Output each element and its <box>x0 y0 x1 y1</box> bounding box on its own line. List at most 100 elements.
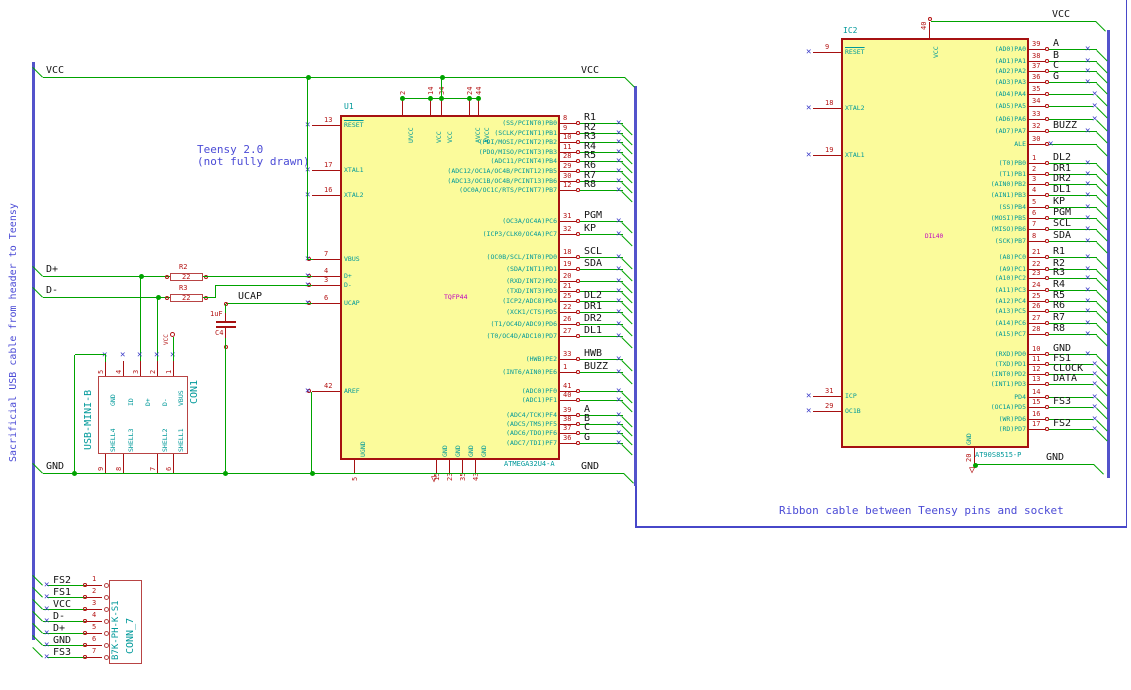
pin-end-circle <box>1045 129 1049 133</box>
net-label-gnd[interactable]: GND <box>1046 453 1064 463</box>
net-label-gnd[interactable]: GND <box>46 462 64 472</box>
pin-number: 11 <box>563 143 572 151</box>
net-label[interactable]: R1 <box>1053 247 1065 257</box>
net-label[interactable]: DATA <box>1053 374 1077 384</box>
pin-stub <box>560 190 577 192</box>
net-label[interactable]: A <box>1053 39 1059 49</box>
pin-stub <box>157 361 159 376</box>
net-label[interactable]: D- <box>53 611 65 622</box>
pin-name: D- <box>344 281 352 289</box>
net-label-ucap[interactable]: UCAP <box>238 292 262 302</box>
no-connect-icon <box>616 355 621 364</box>
pin-stub <box>123 361 125 376</box>
ic2-ref[interactable]: IC2 <box>843 27 857 35</box>
conn7-ref[interactable]: CONN_7 <box>125 618 136 654</box>
pin-socket-circle <box>104 654 109 660</box>
net-label[interactable]: FS2 <box>1053 419 1071 429</box>
r2-ref[interactable]: R2 <box>179 264 187 271</box>
net-label[interactable]: D+ <box>53 623 65 634</box>
ic2-value[interactable]: AT90S8515-P <box>975 452 1021 459</box>
net-label[interactable]: BUZZ <box>584 362 608 372</box>
usb-value[interactable]: USB-MINI-B <box>83 390 94 450</box>
net-label-gnd[interactable]: GND <box>581 462 599 472</box>
net-label[interactable]: FS3 <box>1053 397 1071 407</box>
cap-plate[interactable] <box>216 320 236 323</box>
no-connect-icon <box>616 277 621 286</box>
no-connect-icon <box>1085 330 1090 339</box>
no-connect-icon <box>1085 203 1090 212</box>
net-label[interactable]: R3 <box>1053 268 1065 278</box>
net-label[interactable]: FS2 <box>53 575 71 586</box>
pin-stub <box>157 454 159 474</box>
pin-end-circle <box>1045 427 1049 431</box>
net-label[interactable]: DR2 <box>584 314 602 324</box>
pin-number: 12 <box>563 181 572 189</box>
conn7-value[interactable]: B7K-PH-K-S1 <box>111 600 121 660</box>
net-label[interactable]: DR2 <box>1053 174 1071 184</box>
pin-number: 26 <box>1032 302 1041 310</box>
pin-number: 13 <box>324 116 333 124</box>
pin-stub <box>813 108 841 110</box>
net-label[interactable]: G <box>1053 72 1059 82</box>
no-connect-icon <box>616 429 621 438</box>
no-connect-icon <box>1085 67 1090 76</box>
net-label[interactable]: FS3 <box>53 647 71 658</box>
wire-segment <box>226 303 312 305</box>
net-label-vcc[interactable]: VCC <box>46 66 64 76</box>
net-label-dminus[interactable]: D- <box>46 286 58 296</box>
net-label[interactable]: KP <box>584 224 596 234</box>
u1-ref[interactable]: U1 <box>344 103 354 111</box>
pin-number: 30 <box>563 172 572 180</box>
net-label[interactable]: BUZZ <box>1053 121 1077 131</box>
net-label[interactable]: DL2 <box>584 291 602 301</box>
pin-socket-circle <box>104 594 109 600</box>
net-label-vcc[interactable]: VCC <box>581 66 599 76</box>
r3-value[interactable]: 22 <box>182 294 190 302</box>
pin-name: (ICP3/CLK0/OC4A)PC7 <box>482 230 557 238</box>
pin-number: 1 <box>1032 154 1037 162</box>
no-connect-icon <box>616 265 621 274</box>
pin-number: 3 <box>324 276 329 284</box>
pin-number: 5 <box>97 369 105 374</box>
r2-value[interactable]: 22 <box>182 273 190 281</box>
net-label[interactable]: DR1 <box>584 302 602 312</box>
pin-number: 41 <box>563 382 572 390</box>
net-label-dplus[interactable]: D+ <box>46 265 58 275</box>
net-label[interactable]: G <box>584 433 590 443</box>
pin-name: VCC <box>446 131 454 143</box>
net-label[interactable]: VCC <box>53 599 71 610</box>
no-connect-icon <box>806 151 811 160</box>
net-label[interactable]: R4 <box>1053 280 1065 290</box>
pin-end-circle <box>576 431 580 435</box>
net-label[interactable]: DL1 <box>584 326 602 336</box>
net-label[interactable]: SCL <box>1053 219 1071 229</box>
r3-ref[interactable]: R3 <box>179 285 187 292</box>
net-label[interactable]: DL2 <box>1053 153 1071 163</box>
net-label[interactable]: C <box>1053 61 1059 71</box>
net-label[interactable]: SDA <box>1053 231 1071 241</box>
net-label[interactable]: R8 <box>1053 324 1065 334</box>
net-label[interactable]: KP <box>1053 197 1065 207</box>
pin-end-circle <box>576 159 580 163</box>
net-label-vcc[interactable]: VCC <box>1052 10 1070 20</box>
wire-segment <box>441 78 443 99</box>
net-label[interactable]: PGM <box>1053 208 1071 218</box>
u1-value[interactable]: ATMEGA32U4-A <box>504 461 555 468</box>
no-connect-icon <box>1092 393 1097 402</box>
net-label[interactable]: DL1 <box>1053 185 1071 195</box>
pin-number: 13 <box>1032 375 1041 383</box>
usb-ref[interactable]: CON1 <box>189 380 200 404</box>
net-label[interactable]: GND <box>53 635 71 646</box>
pin-number: 20 <box>965 453 973 462</box>
c4-value[interactable]: 1uF <box>210 311 223 318</box>
net-label[interactable]: PGM <box>584 211 602 221</box>
net-label[interactable]: SDA <box>584 259 602 269</box>
net-label[interactable]: R6 <box>1053 301 1065 311</box>
c4-ref[interactable]: C4 <box>215 330 223 337</box>
pin-name: (OC3A/OC4A)PC6 <box>502 217 557 225</box>
net-label[interactable]: HWB <box>584 349 602 359</box>
net-label[interactable]: R7 <box>1053 313 1065 323</box>
net-label[interactable]: SCL <box>584 247 602 257</box>
net-label[interactable]: R8 <box>584 180 596 190</box>
net-label[interactable]: FS1 <box>53 587 71 598</box>
